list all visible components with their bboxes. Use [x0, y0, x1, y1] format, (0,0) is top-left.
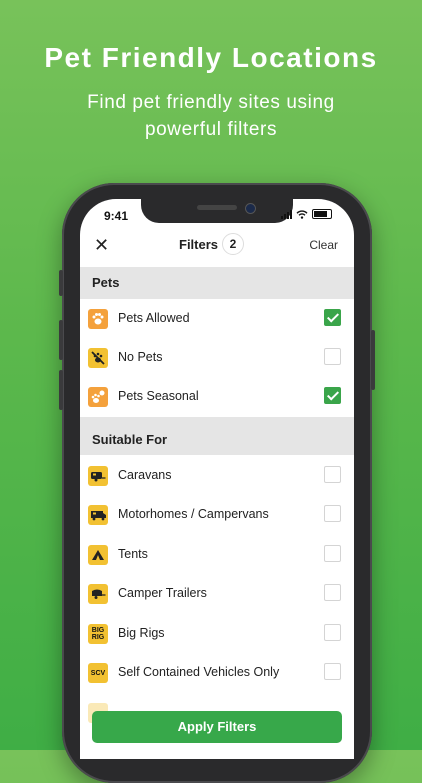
filters-header: ✕ Filters 2 Clear: [80, 229, 354, 267]
close-icon[interactable]: ✕: [94, 235, 109, 256]
filter-label: Pets Seasonal: [118, 389, 199, 403]
checkbox-tents[interactable]: [324, 545, 341, 562]
apply-filters-button[interactable]: Apply Filters: [92, 711, 342, 743]
app-screen: 9:41 ✕ Filters 2 Clear Pets Pets Allowed: [80, 199, 354, 759]
checkbox-motorhomes[interactable]: [324, 505, 341, 522]
filter-row-pets-allowed[interactable]: Pets Allowed: [80, 299, 354, 339]
section-header-pets: Pets: [80, 267, 354, 299]
tent-icon: [88, 545, 108, 565]
checkbox-no-pets[interactable]: [324, 348, 341, 365]
section-header-suitable-for: Suitable For: [80, 417, 354, 455]
filter-label: Self Contained Vehicles Only: [118, 665, 280, 679]
no-pets-icon: [88, 348, 108, 368]
filter-label: Big Rigs: [118, 626, 165, 640]
clear-button[interactable]: Clear: [309, 238, 338, 252]
speaker: [197, 205, 237, 210]
checkbox-pets-allowed[interactable]: [324, 309, 341, 326]
checkbox-caravans[interactable]: [324, 466, 341, 483]
battery-icon: [312, 209, 332, 219]
checkbox-pets-seasonal[interactable]: [324, 387, 341, 404]
filter-label: Camper Trailers: [118, 586, 207, 600]
phone-volume-down: [59, 370, 63, 410]
wifi-icon: [296, 209, 308, 219]
filter-row-caravans[interactable]: Caravans: [80, 456, 354, 496]
filter-row-self-contained[interactable]: SCV Self Contained Vehicles Only: [80, 653, 354, 693]
filter-row-big-rigs[interactable]: BIG RIG Big Rigs: [80, 614, 354, 654]
motorhome-icon: [88, 505, 108, 525]
pets-seasonal-icon: [88, 387, 108, 407]
signal-icon: [281, 209, 292, 219]
filter-row-tents[interactable]: Tents: [80, 535, 354, 575]
status-icons: [281, 209, 332, 219]
phone-power-button: [371, 330, 375, 390]
filter-count-badge: 2: [222, 233, 244, 255]
phone-volume-up: [59, 320, 63, 360]
filter-label: Motorhomes / Campervans: [118, 507, 269, 521]
caravan-icon: [88, 466, 108, 486]
filter-label: Pets Allowed: [118, 311, 190, 325]
phone-notch: [141, 199, 293, 223]
big-rig-icon: BIG RIG: [88, 624, 108, 644]
status-time: 9:41: [104, 209, 129, 223]
promo-subtitle: Find pet friendly sites using powerful f…: [87, 92, 335, 140]
checkbox-big-rigs[interactable]: [324, 624, 341, 641]
filter-label: Tents: [118, 547, 148, 561]
paw-icon: [88, 309, 108, 329]
filter-label: Caravans: [118, 468, 172, 482]
filter-row-no-pets[interactable]: No Pets: [80, 338, 354, 378]
filter-label: No Pets: [118, 350, 163, 364]
camper-trailer-icon: [88, 584, 108, 604]
filters-title: Filters: [179, 237, 219, 252]
checkbox-self-contained[interactable]: [324, 663, 341, 680]
checkbox-camper-trailers[interactable]: [324, 584, 341, 601]
phone-side-button: [59, 270, 63, 296]
front-camera: [245, 203, 256, 214]
filter-row-pets-seasonal[interactable]: Pets Seasonal: [80, 377, 354, 417]
filter-row-motorhomes[interactable]: Motorhomes / Campervans: [80, 495, 354, 535]
filter-row-camper-trailers[interactable]: Camper Trailers: [80, 574, 354, 614]
promo-title: Pet Friendly Locations: [44, 42, 378, 73]
scv-icon: SCV: [88, 663, 108, 683]
